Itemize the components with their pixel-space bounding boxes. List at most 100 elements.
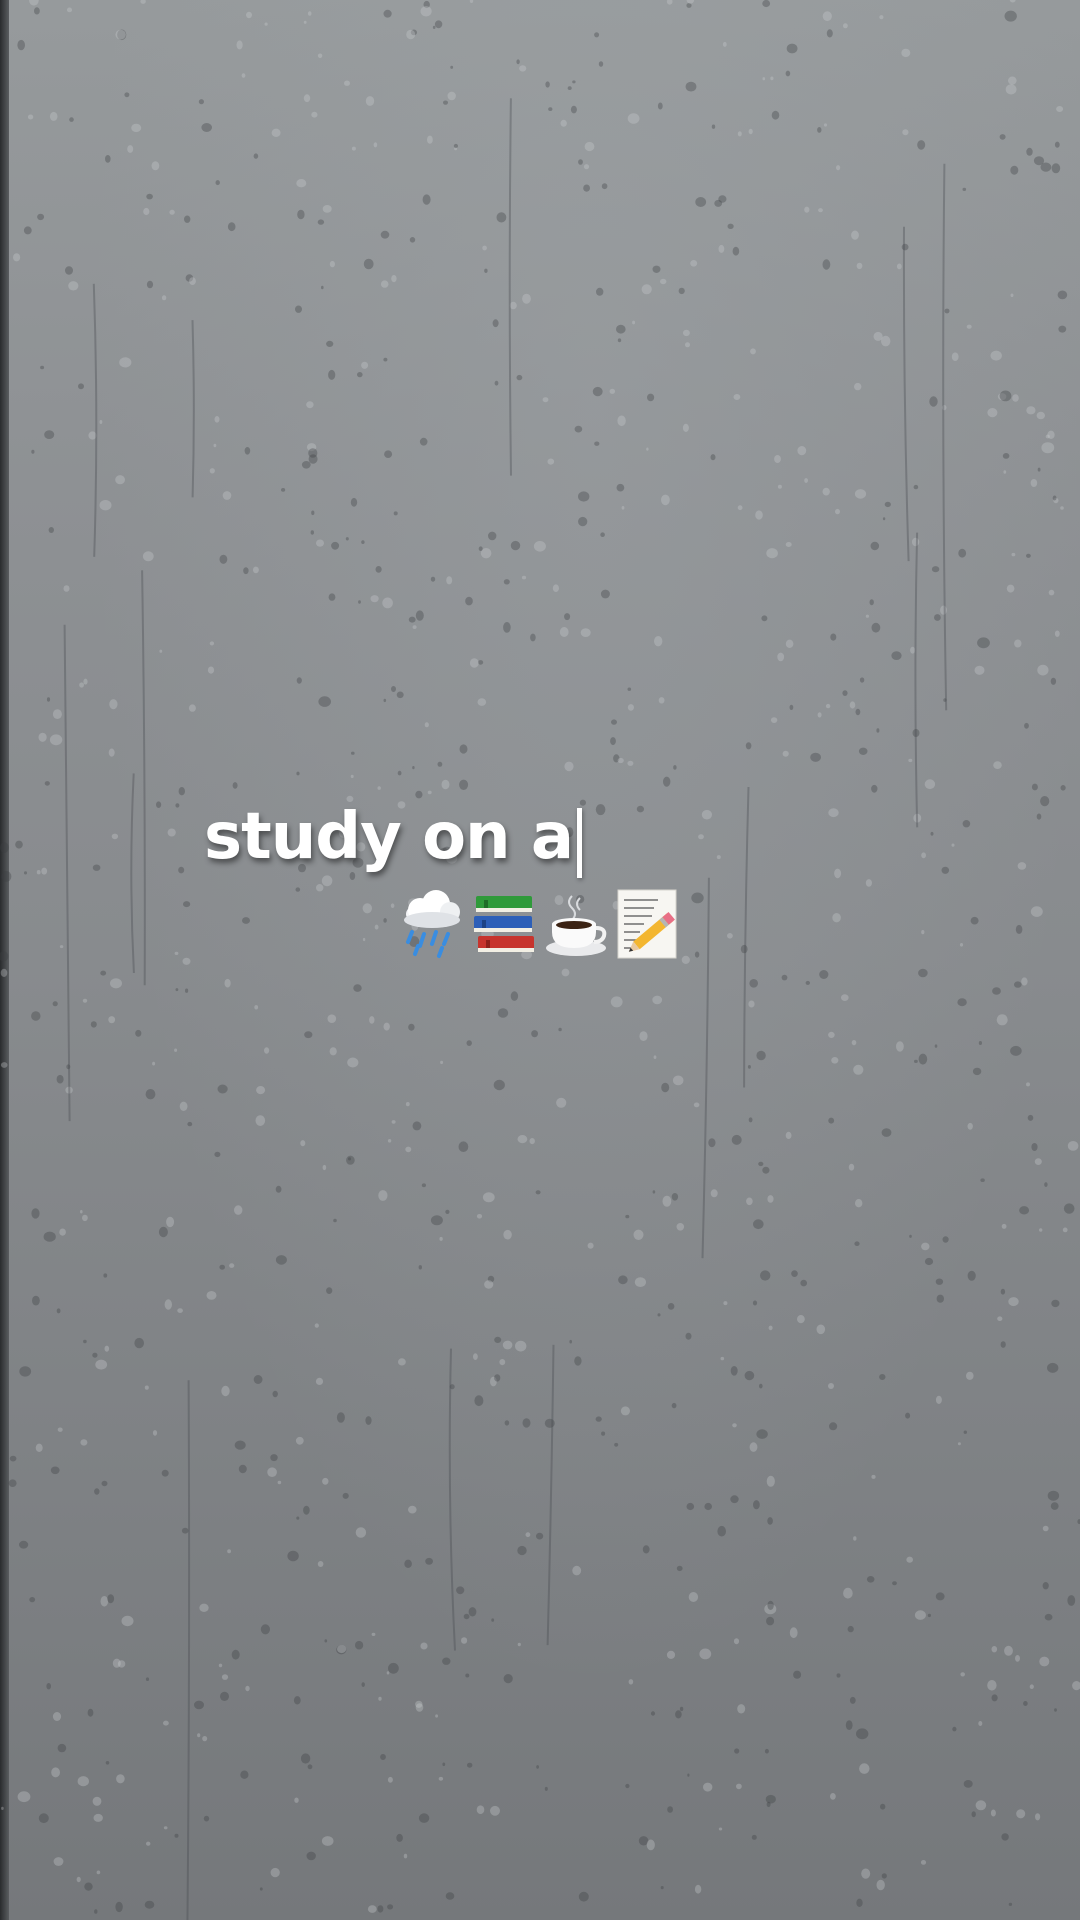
raindrop [797, 446, 807, 456]
raindrop [732, 1423, 737, 1428]
raindrop [76, 1876, 81, 1883]
raindrop [805, 980, 810, 985]
raindrop [578, 159, 583, 165]
raindrop [23, 226, 32, 235]
raindrop [842, 690, 848, 696]
raindrop [494, 1374, 501, 1382]
raindrop [542, 397, 549, 403]
raindrop [270, 1867, 280, 1878]
raindrop [214, 416, 220, 423]
raindrop [221, 1674, 229, 1680]
raindrop [990, 1809, 996, 1817]
raindrop [502, 1340, 513, 1350]
raindrop [686, 3, 692, 8]
raindrop [177, 1308, 183, 1313]
raindrop [215, 180, 220, 186]
raindrop [240, 1770, 249, 1779]
raindrop [296, 771, 300, 776]
raindrop [978, 1041, 983, 1045]
raindrop [331, 541, 340, 550]
raindrop [572, 1565, 582, 1576]
raindrop [636, 805, 645, 813]
raindrop [252, 566, 259, 574]
raindrop [310, 530, 314, 535]
raindrop [82, 1214, 88, 1222]
raindrop [657, 1313, 661, 1317]
raindrop [600, 532, 605, 537]
raindrop [999, 390, 1012, 402]
raindrop [861, 1868, 871, 1879]
raindrop [535, 1190, 541, 1195]
raindrop [46, 1683, 51, 1690]
raindrop [545, 81, 550, 88]
raindrop [456, 1586, 465, 1595]
raindrop [972, 1067, 982, 1076]
raindrop [84, 1882, 93, 1891]
raindrop [559, 627, 569, 637]
raindrop [859, 677, 865, 683]
raindrop [244, 447, 251, 455]
raindrop [595, 1416, 602, 1422]
raindrop [408, 616, 416, 623]
raindrop [317, 53, 323, 59]
raindrop [140, 0, 146, 4]
emoji-row [398, 888, 682, 960]
rain-streak [743, 786, 750, 1088]
raindrop [959, 943, 964, 947]
raindrop [297, 209, 305, 220]
raindrop [396, 691, 404, 699]
raindrop [90, 1021, 97, 1028]
raindrop [822, 11, 832, 22]
raindrop [438, 1776, 444, 1781]
raindrop [203, 1815, 210, 1822]
raindrop [478, 660, 484, 665]
raindrop [437, 761, 443, 767]
books-icon [474, 896, 534, 952]
raindrop [856, 262, 863, 270]
raindrop [161, 1469, 169, 1477]
raindrop [1004, 1645, 1013, 1656]
raindrop [777, 652, 785, 662]
raindrop [337, 1645, 347, 1654]
raindrop [865, 614, 870, 618]
raindrop [404, 1559, 412, 1569]
raindrop [175, 803, 180, 808]
raindrop [913, 484, 919, 490]
raindrop [774, 455, 781, 463]
raindrop [1030, 479, 1038, 487]
raindrop [1051, 1299, 1060, 1308]
raindrop [871, 784, 878, 793]
raindrop [469, 0, 474, 3]
raindrop [963, 1780, 973, 1788]
raindrop [275, 1185, 282, 1193]
raindrop [420, 1642, 428, 1650]
rain-streak [508, 98, 512, 476]
raindrop [92, 864, 101, 871]
raindrop [430, 1215, 443, 1226]
raindrop [270, 1454, 278, 1462]
raindrop [694, 1884, 702, 1894]
raindrop [156, 801, 162, 808]
raindrop [243, 567, 249, 575]
raindrop [646, 447, 649, 451]
raindrop [871, 1474, 876, 1479]
raindrop [463, 1613, 470, 1620]
rain-streak [141, 570, 146, 986]
raindrop [306, 1851, 316, 1861]
raindrop [408, 1023, 415, 1031]
raindrop [38, 1813, 49, 1824]
raindrop [924, 779, 936, 790]
raindrop [854, 382, 862, 391]
raindrop [881, 335, 891, 347]
raindrop [272, 1390, 278, 1398]
raindrop [427, 135, 433, 144]
raindrop [1001, 1223, 1007, 1229]
rain-streak [942, 163, 948, 711]
raindrop [921, 1242, 930, 1251]
raindrop [439, 1236, 443, 1241]
raindrop [1011, 552, 1016, 557]
raindrop [685, 81, 697, 92]
raindrop [832, 913, 841, 923]
raindrop [322, 1164, 327, 1171]
raindrop [627, 687, 632, 691]
